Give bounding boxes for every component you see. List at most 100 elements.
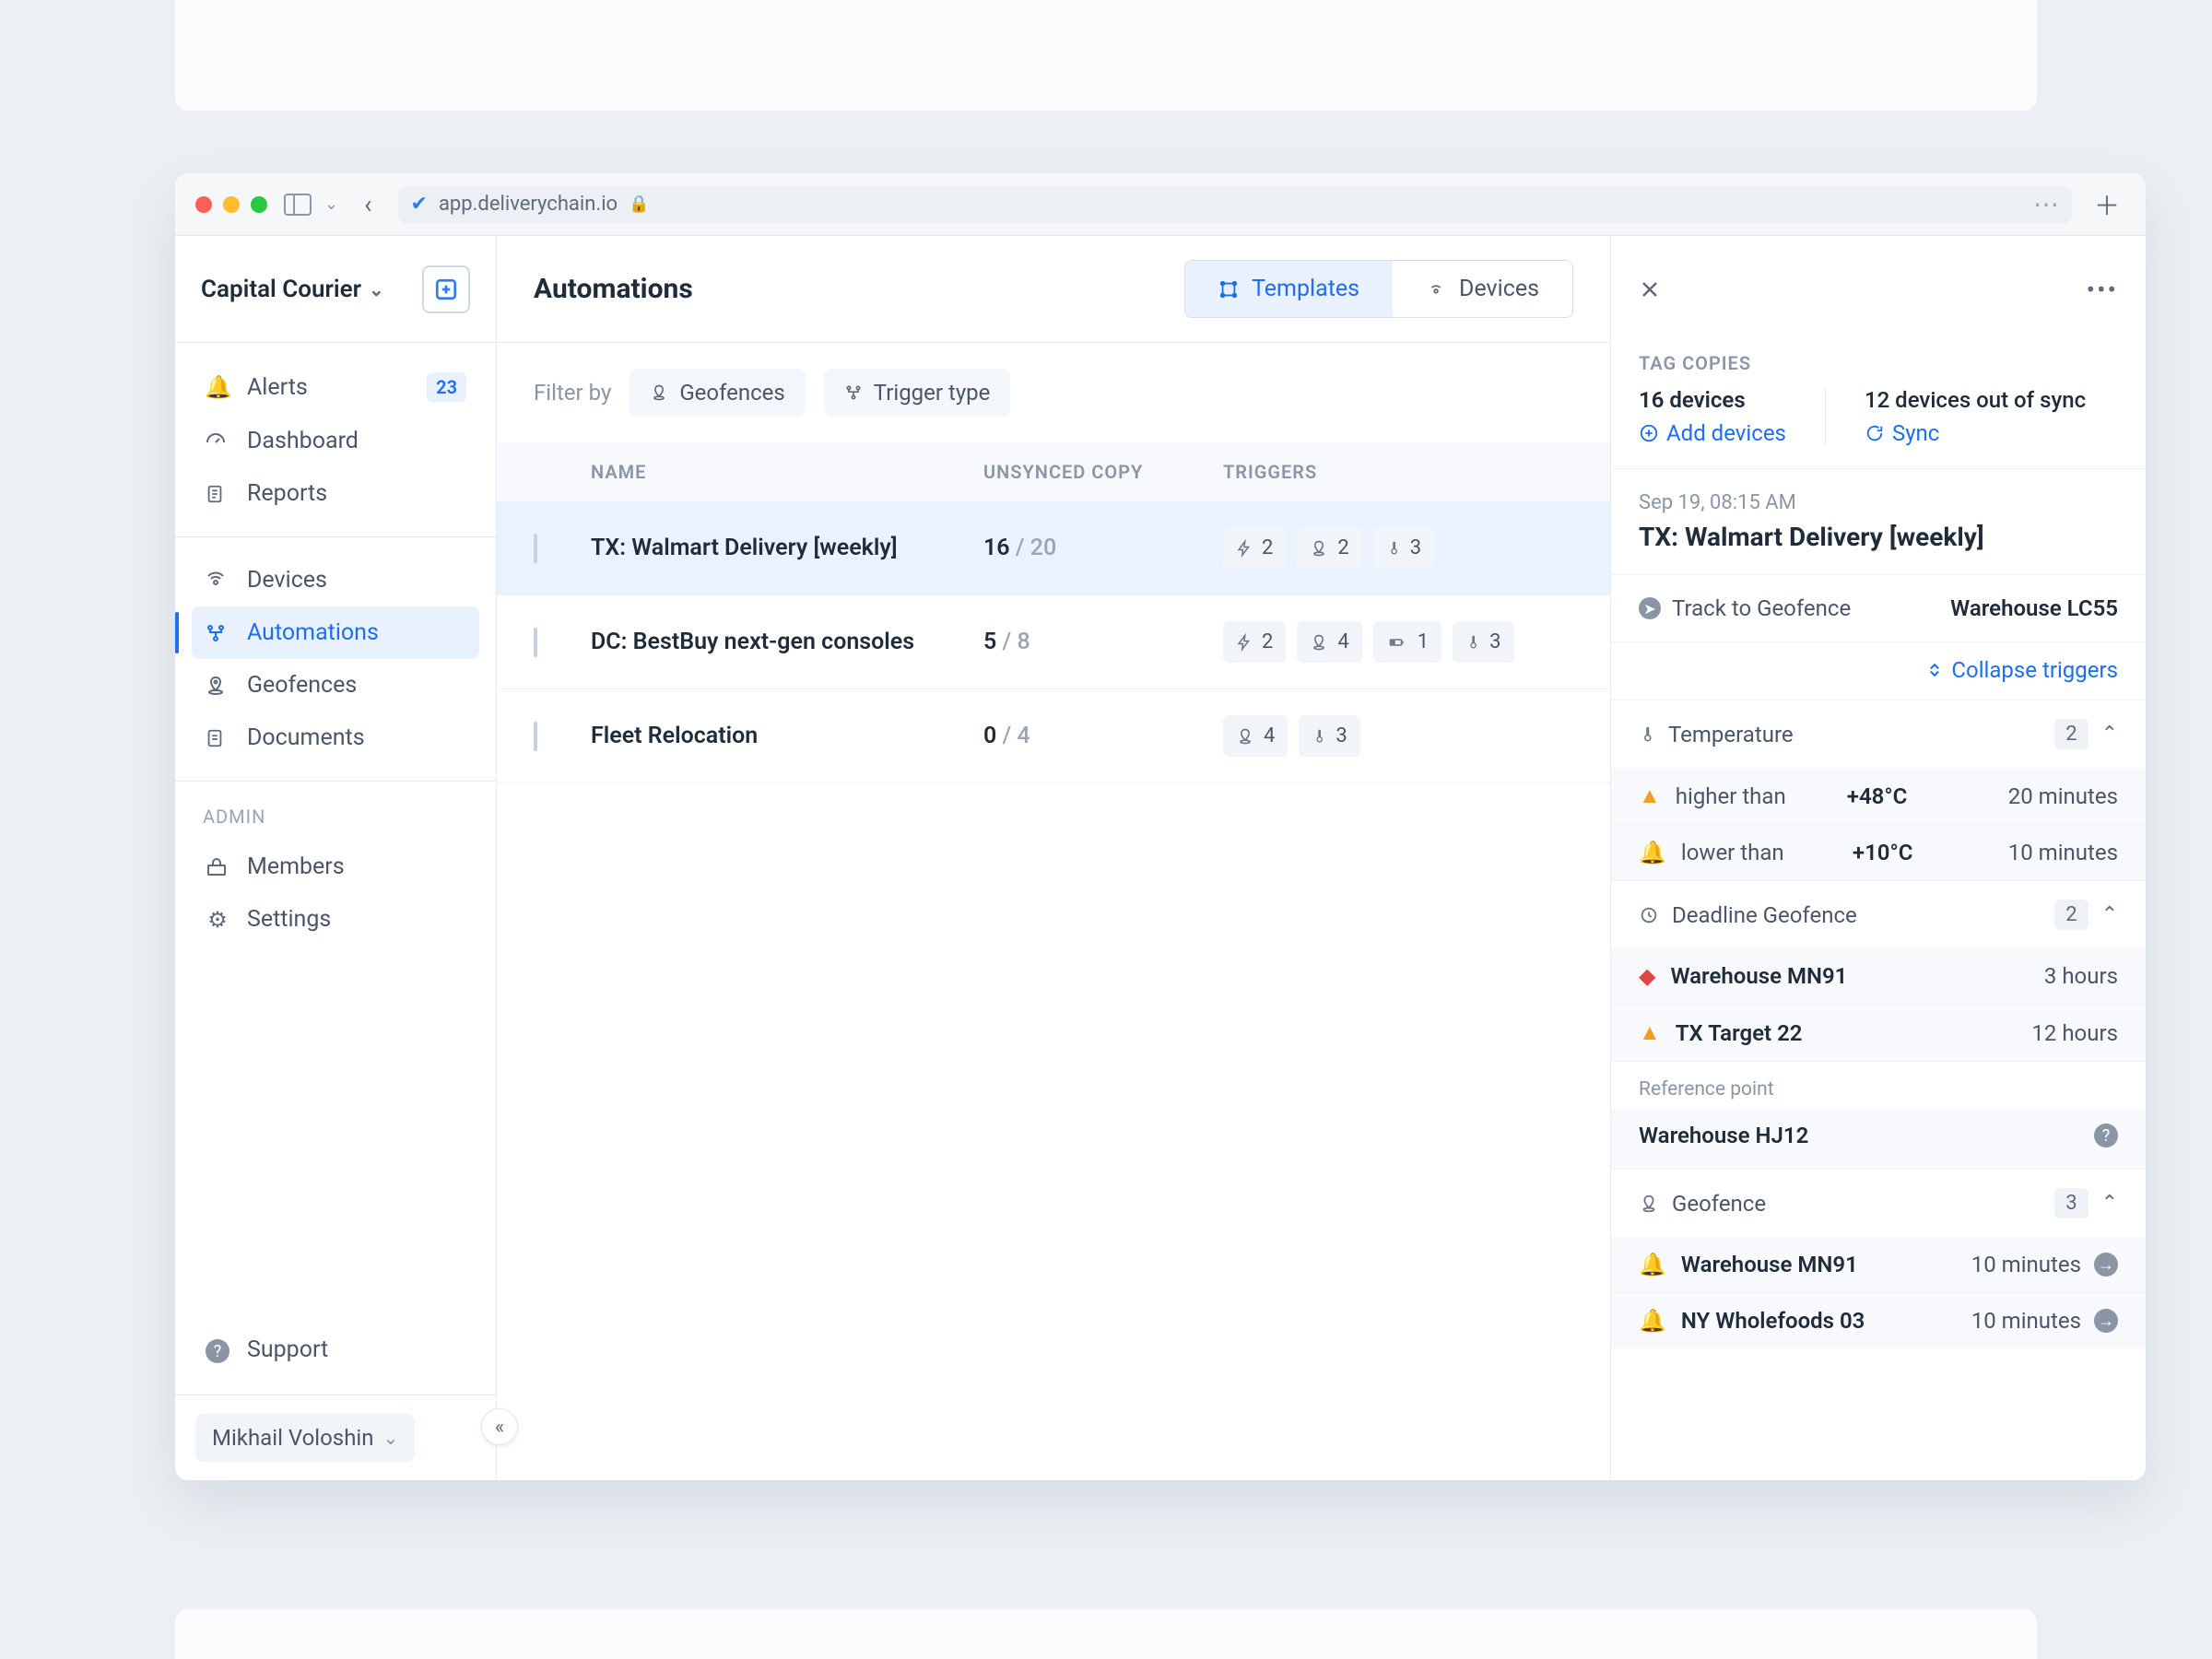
sidebar-item-members[interactable]: Members: [192, 841, 479, 893]
trigger-item: 🔔 Warehouse MN91 10 minutes→: [1611, 1237, 2146, 1292]
nav-secondary: Devices Automations Geofences: [175, 536, 496, 781]
row-checkbox[interactable]: [534, 722, 537, 751]
minimize-window-icon[interactable]: [223, 196, 240, 213]
sidebar-item-documents[interactable]: Documents: [192, 712, 479, 764]
row-name: Fleet Relocation: [591, 723, 983, 749]
track-label: Track to Geofence: [1672, 595, 1851, 621]
filter-trigger-type[interactable]: Trigger type: [824, 369, 1011, 417]
table-header: NAME UNSYNCED COPY TRIGGERS: [497, 442, 1610, 501]
temp-icon: [1386, 538, 1401, 559]
trigger-value: Warehouse MN91: [1670, 963, 1847, 989]
sidebar-item-automations[interactable]: Automations: [192, 606, 479, 659]
trigger-right: 20 minutes: [2008, 783, 2118, 809]
count-badge: 2: [2054, 719, 2088, 749]
trigger-item: ◆ Warehouse MN91 3 hours: [1611, 948, 2146, 1004]
filter-geofences[interactable]: Geofences: [629, 369, 805, 417]
track-row: ➤ Track to Geofence Warehouse LC55: [1611, 575, 2146, 642]
unsynced-count: 5 / 8: [983, 629, 1223, 655]
alerts-badge: 23: [427, 372, 466, 402]
sidebar-item-devices[interactable]: Devices: [192, 554, 479, 606]
trigger-pill: 4: [1223, 715, 1288, 757]
new-tab-button[interactable]: ＋: [2088, 186, 2125, 223]
add-devices-link[interactable]: Add devices: [1639, 420, 1786, 446]
trigger-value: Warehouse MN91: [1681, 1252, 1858, 1277]
background-strip-top: [175, 0, 2037, 111]
trigger-value: +10°C: [1853, 840, 1913, 865]
close-window-icon[interactable]: [195, 196, 212, 213]
collapse-triggers-link[interactable]: Collapse triggers: [1925, 657, 2118, 683]
documents-icon: [205, 727, 230, 749]
members-icon: [205, 856, 230, 878]
arrow-right-icon[interactable]: →: [2094, 1309, 2118, 1333]
close-icon[interactable]: [1639, 278, 1661, 300]
background-strip-bottom: [175, 1609, 2037, 1659]
arrow-right-icon[interactable]: →: [2094, 1253, 2118, 1277]
collapse-sidebar-button[interactable]: «: [481, 1408, 518, 1445]
danger-icon: ◆: [1639, 963, 1655, 989]
table-row[interactable]: DC: BestBuy next-gen consoles 5 / 8 2413: [497, 595, 1610, 689]
sidebar-item-dashboard[interactable]: Dashboard: [192, 415, 479, 467]
trigger-item: 🔔 NY Wholefoods 03 10 minutes→: [1611, 1292, 2146, 1348]
sidebar-item-label: Geofences: [247, 672, 357, 699]
reference-label: Reference point: [1611, 1062, 2146, 1108]
battery-icon: [1386, 634, 1408, 651]
more-icon[interactable]: •••: [2087, 275, 2118, 305]
devices-count: 16 devices: [1639, 387, 1786, 413]
trigger-right: 10 minutes: [2008, 840, 2118, 865]
trigger-pill: 1: [1373, 621, 1441, 663]
temp-icon: [1465, 632, 1480, 653]
lock-icon: 🔒: [629, 194, 649, 214]
geo-icon: [1310, 539, 1328, 558]
chevron-up-icon: ⌃: [2101, 1192, 2118, 1215]
count-badge: 2: [2054, 900, 2088, 930]
sidebar-item-geofences[interactable]: Geofences: [192, 659, 479, 712]
trigger-pill: 4: [1297, 621, 1361, 663]
chevron-up-icon: ⌃: [2101, 723, 2118, 746]
filter-chip-label: Trigger type: [874, 380, 991, 406]
table-row[interactable]: TX: Walmart Delivery [weekly] 16 / 20 22…: [497, 501, 1610, 595]
trigger-pills: 223: [1223, 527, 1610, 569]
row-checkbox[interactable]: [534, 534, 537, 563]
th-unsynced: UNSYNCED COPY: [983, 461, 1223, 483]
main: Automations Templates: [497, 236, 2146, 1480]
bell-icon: 🔔: [205, 374, 230, 400]
sidebar-item-settings[interactable]: ⚙ Settings: [192, 893, 479, 946]
plus-circle-icon: [1639, 423, 1659, 443]
geo-icon: [1310, 633, 1328, 652]
help-icon: ?: [205, 1336, 230, 1364]
url-field[interactable]: ✔︎ app.deliverychain.io 🔒 ⋯: [398, 186, 2072, 223]
bell-icon: 🔔: [1639, 1308, 1666, 1334]
browser-chrome: ⌄ ‹ ✔︎ app.deliverychain.io 🔒 ⋯ ＋: [175, 173, 2146, 236]
trigger-label: higher than: [1676, 783, 1832, 809]
org-switcher[interactable]: Capital Courier ⌄: [175, 236, 496, 343]
track-value: Warehouse LC55: [1950, 595, 2118, 621]
row-checkbox[interactable]: [534, 628, 537, 657]
filter-bar: Filter by Geofences Trigger type: [497, 343, 1610, 442]
sidebar-item-reports[interactable]: Reports: [192, 467, 479, 520]
trigger-group-header[interactable]: Temperature 2 ⌃: [1611, 700, 2146, 768]
unsynced-count: 16 / 20: [983, 535, 1223, 561]
tab-devices[interactable]: Devices: [1393, 261, 1572, 317]
trigger-right: 10 minutes→: [1971, 1252, 2118, 1277]
sidebar-toggle-icon[interactable]: [284, 194, 312, 216]
trigger-group-geofence: Geofence 3 ⌃ 🔔 Warehouse MN91 10 minutes…: [1611, 1170, 2146, 1348]
sync-link[interactable]: Sync: [1865, 420, 2086, 446]
user-menu[interactable]: Mikhail Voloshin ⌄: [175, 1394, 496, 1480]
back-button[interactable]: ‹: [355, 189, 381, 219]
trigger-group-header[interactable]: Deadline Geofence 2 ⌃: [1611, 881, 2146, 948]
table-row[interactable]: Fleet Relocation 0 / 4 43: [497, 689, 1610, 783]
chevron-down-icon[interactable]: ⌄: [324, 194, 338, 214]
trigger-item: ▲ TX Target 22 12 hours: [1611, 1004, 2146, 1061]
chevron-down-icon: ⌄: [383, 1427, 399, 1449]
maximize-window-icon[interactable]: [251, 196, 267, 213]
url-more-icon[interactable]: ⋯: [2033, 189, 2059, 219]
th-name: NAME: [591, 461, 983, 483]
add-button[interactable]: [422, 265, 470, 313]
trigger-pill: 2: [1223, 621, 1286, 663]
tab-templates[interactable]: Templates: [1185, 261, 1393, 317]
sidebar-item-alerts[interactable]: 🔔 Alerts 23: [192, 359, 479, 415]
help-icon[interactable]: ?: [2094, 1124, 2118, 1147]
trigger-group-header[interactable]: Geofence 3 ⌃: [1611, 1170, 2146, 1237]
sidebar-item-support[interactable]: ? Support: [192, 1324, 479, 1377]
trigger-label: lower than: [1681, 840, 1838, 865]
